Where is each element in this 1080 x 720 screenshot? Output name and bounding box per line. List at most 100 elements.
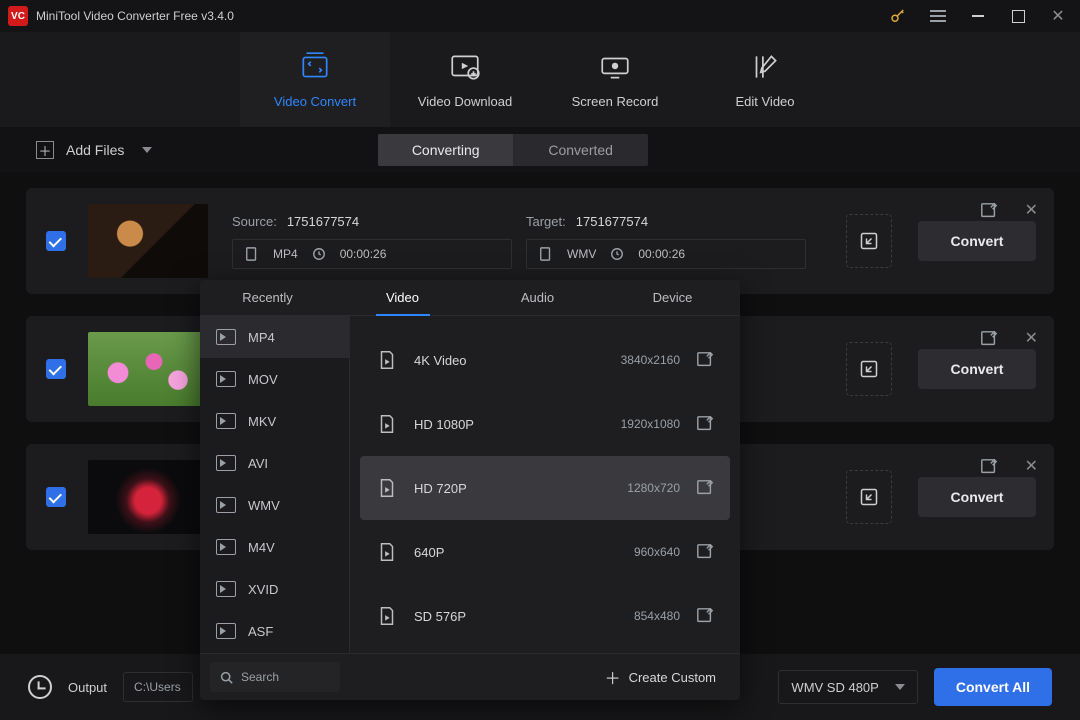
minimize-button[interactable]	[964, 2, 992, 30]
source-name: 1751677574	[287, 214, 359, 229]
seg-converting[interactable]: Converting	[378, 134, 513, 166]
target-name: 1751677574	[576, 214, 648, 229]
clock-icon	[312, 247, 326, 261]
top-tabs: Video Convert Video Download Screen Reco…	[0, 32, 1080, 128]
output-path-field[interactable]: C:\Users	[123, 672, 193, 702]
plus-icon: ＋	[36, 141, 54, 159]
video-file-icon	[376, 349, 398, 371]
edit-video-icon	[748, 50, 782, 84]
preset-name: HD 720P	[414, 481, 574, 496]
checkbox[interactable]	[46, 359, 66, 379]
tab-label: Screen Record	[572, 94, 659, 109]
thumbnail[interactable]	[88, 332, 208, 406]
tab-label: Edit Video	[735, 94, 794, 109]
remove-item-button[interactable]: ✕	[1025, 456, 1038, 476]
download-icon	[448, 50, 482, 84]
convert-button[interactable]: Convert	[918, 477, 1036, 517]
convert-button[interactable]: Convert	[918, 221, 1036, 261]
seg-converted[interactable]: Converted	[513, 134, 648, 166]
titlebar: VC MiniTool Video Converter Free v3.4.0 …	[0, 0, 1080, 32]
preset-name: SD 576P	[414, 609, 574, 624]
target-preview-box[interactable]	[846, 214, 892, 268]
tab-video-convert[interactable]: Video Convert	[240, 32, 390, 127]
video-file-icon	[376, 541, 398, 563]
edit-icon[interactable]	[696, 543, 714, 561]
target-preview-box[interactable]	[846, 342, 892, 396]
convert-button[interactable]: Convert	[918, 349, 1036, 389]
target-format-dropdown[interactable]: WMV SD 480P	[778, 670, 917, 704]
file-icon	[245, 247, 259, 261]
edit-icon[interactable]	[696, 607, 714, 625]
target-info[interactable]: WMV 00:00:26	[526, 239, 806, 269]
app-title: MiniTool Video Converter Free v3.4.0	[36, 9, 884, 23]
format-asf[interactable]: ASF	[200, 610, 349, 652]
format-wmv[interactable]: WMV	[200, 484, 349, 526]
checkbox[interactable]	[46, 231, 66, 251]
format-avi[interactable]: AVI	[200, 442, 349, 484]
remove-item-button[interactable]: ✕	[1025, 200, 1038, 220]
preset-resolution: 1280x720	[590, 481, 680, 495]
source-info[interactable]: MP4 00:00:26	[232, 239, 512, 269]
plus-icon: ＋	[605, 665, 621, 689]
preset-item[interactable]: HD 1080P 1920x1080	[360, 392, 730, 456]
maximize-button[interactable]	[1004, 2, 1032, 30]
tab-screen-record[interactable]: Screen Record	[540, 32, 690, 127]
close-button[interactable]: ✕	[1044, 2, 1072, 30]
target-preview-box[interactable]	[846, 470, 892, 524]
tab-video-download[interactable]: Video Download	[390, 32, 540, 127]
source-label: Source:	[232, 214, 277, 229]
popover-tab-audio[interactable]: Audio	[470, 280, 605, 315]
menu-icon[interactable]	[924, 2, 952, 30]
checkbox[interactable]	[46, 487, 66, 507]
preset-item[interactable]: 4K Video3840x2160	[360, 328, 730, 392]
preset-item[interactable]: SD 576P 854x480	[360, 584, 730, 648]
popover-footer: Search ＋ Create Custom	[200, 653, 740, 700]
video-file-icon	[376, 413, 398, 435]
preset-name: HD 1080P	[414, 417, 574, 432]
target-label: Target:	[526, 214, 566, 229]
preset-resolution: 854x480	[590, 609, 680, 623]
tab-label: Video Convert	[274, 94, 356, 109]
convert-all-button[interactable]: Convert All	[934, 668, 1052, 706]
app-logo: VC	[8, 6, 28, 26]
add-files-button[interactable]: ＋ Add Files	[36, 141, 152, 159]
format-badge-icon	[216, 581, 236, 597]
format-mov[interactable]: MOV	[200, 358, 349, 400]
expand-icon	[859, 231, 879, 251]
edit-icon[interactable]	[980, 202, 998, 220]
format-mkv[interactable]: MKV	[200, 400, 349, 442]
preset-list: 4K Video3840x2160 HD 1080P 1920x1080 HD 720…	[350, 316, 740, 653]
popover-tab-video[interactable]: Video	[335, 280, 470, 315]
edit-icon[interactable]	[696, 415, 714, 433]
popover-tab-recently[interactable]: Recently	[200, 280, 335, 315]
remove-item-button[interactable]: ✕	[1025, 328, 1038, 348]
chevron-down-icon	[142, 147, 152, 153]
edit-icon[interactable]	[980, 458, 998, 476]
chevron-down-icon	[895, 684, 905, 690]
format-mp4[interactable]: MP4	[200, 316, 349, 358]
preset-item[interactable]: 640P960x640	[360, 520, 730, 584]
output-label: Output	[68, 680, 107, 695]
tab-label: Video Download	[418, 94, 512, 109]
create-custom-button[interactable]: ＋ Create Custom	[581, 654, 740, 700]
format-m4v[interactable]: M4V	[200, 526, 349, 568]
format-popover: Recently Video Audio Device MP4MOVMKVAVI…	[200, 280, 740, 700]
thumbnail[interactable]	[88, 460, 208, 534]
thumbnail[interactable]	[88, 204, 208, 278]
preset-name: 4K Video	[414, 353, 574, 368]
edit-icon[interactable]	[696, 479, 714, 497]
format-badge-icon	[216, 329, 236, 345]
preset-item[interactable]: HD 720P 1280x720	[360, 456, 730, 520]
edit-icon[interactable]	[696, 351, 714, 369]
format-sidebar: MP4MOVMKVAVIWMVM4VXVIDASF	[200, 316, 350, 653]
schedule-icon[interactable]	[28, 675, 52, 699]
edit-icon[interactable]	[980, 330, 998, 348]
tab-edit-video[interactable]: Edit Video	[690, 32, 840, 127]
format-badge-icon	[216, 539, 236, 555]
format-xvid[interactable]: XVID	[200, 568, 349, 610]
format-search-input[interactable]: Search	[210, 662, 340, 692]
format-badge-icon	[216, 623, 236, 639]
popover-tab-device[interactable]: Device	[605, 280, 740, 315]
preset-resolution: 1920x1080	[590, 417, 680, 431]
key-icon[interactable]	[884, 2, 912, 30]
